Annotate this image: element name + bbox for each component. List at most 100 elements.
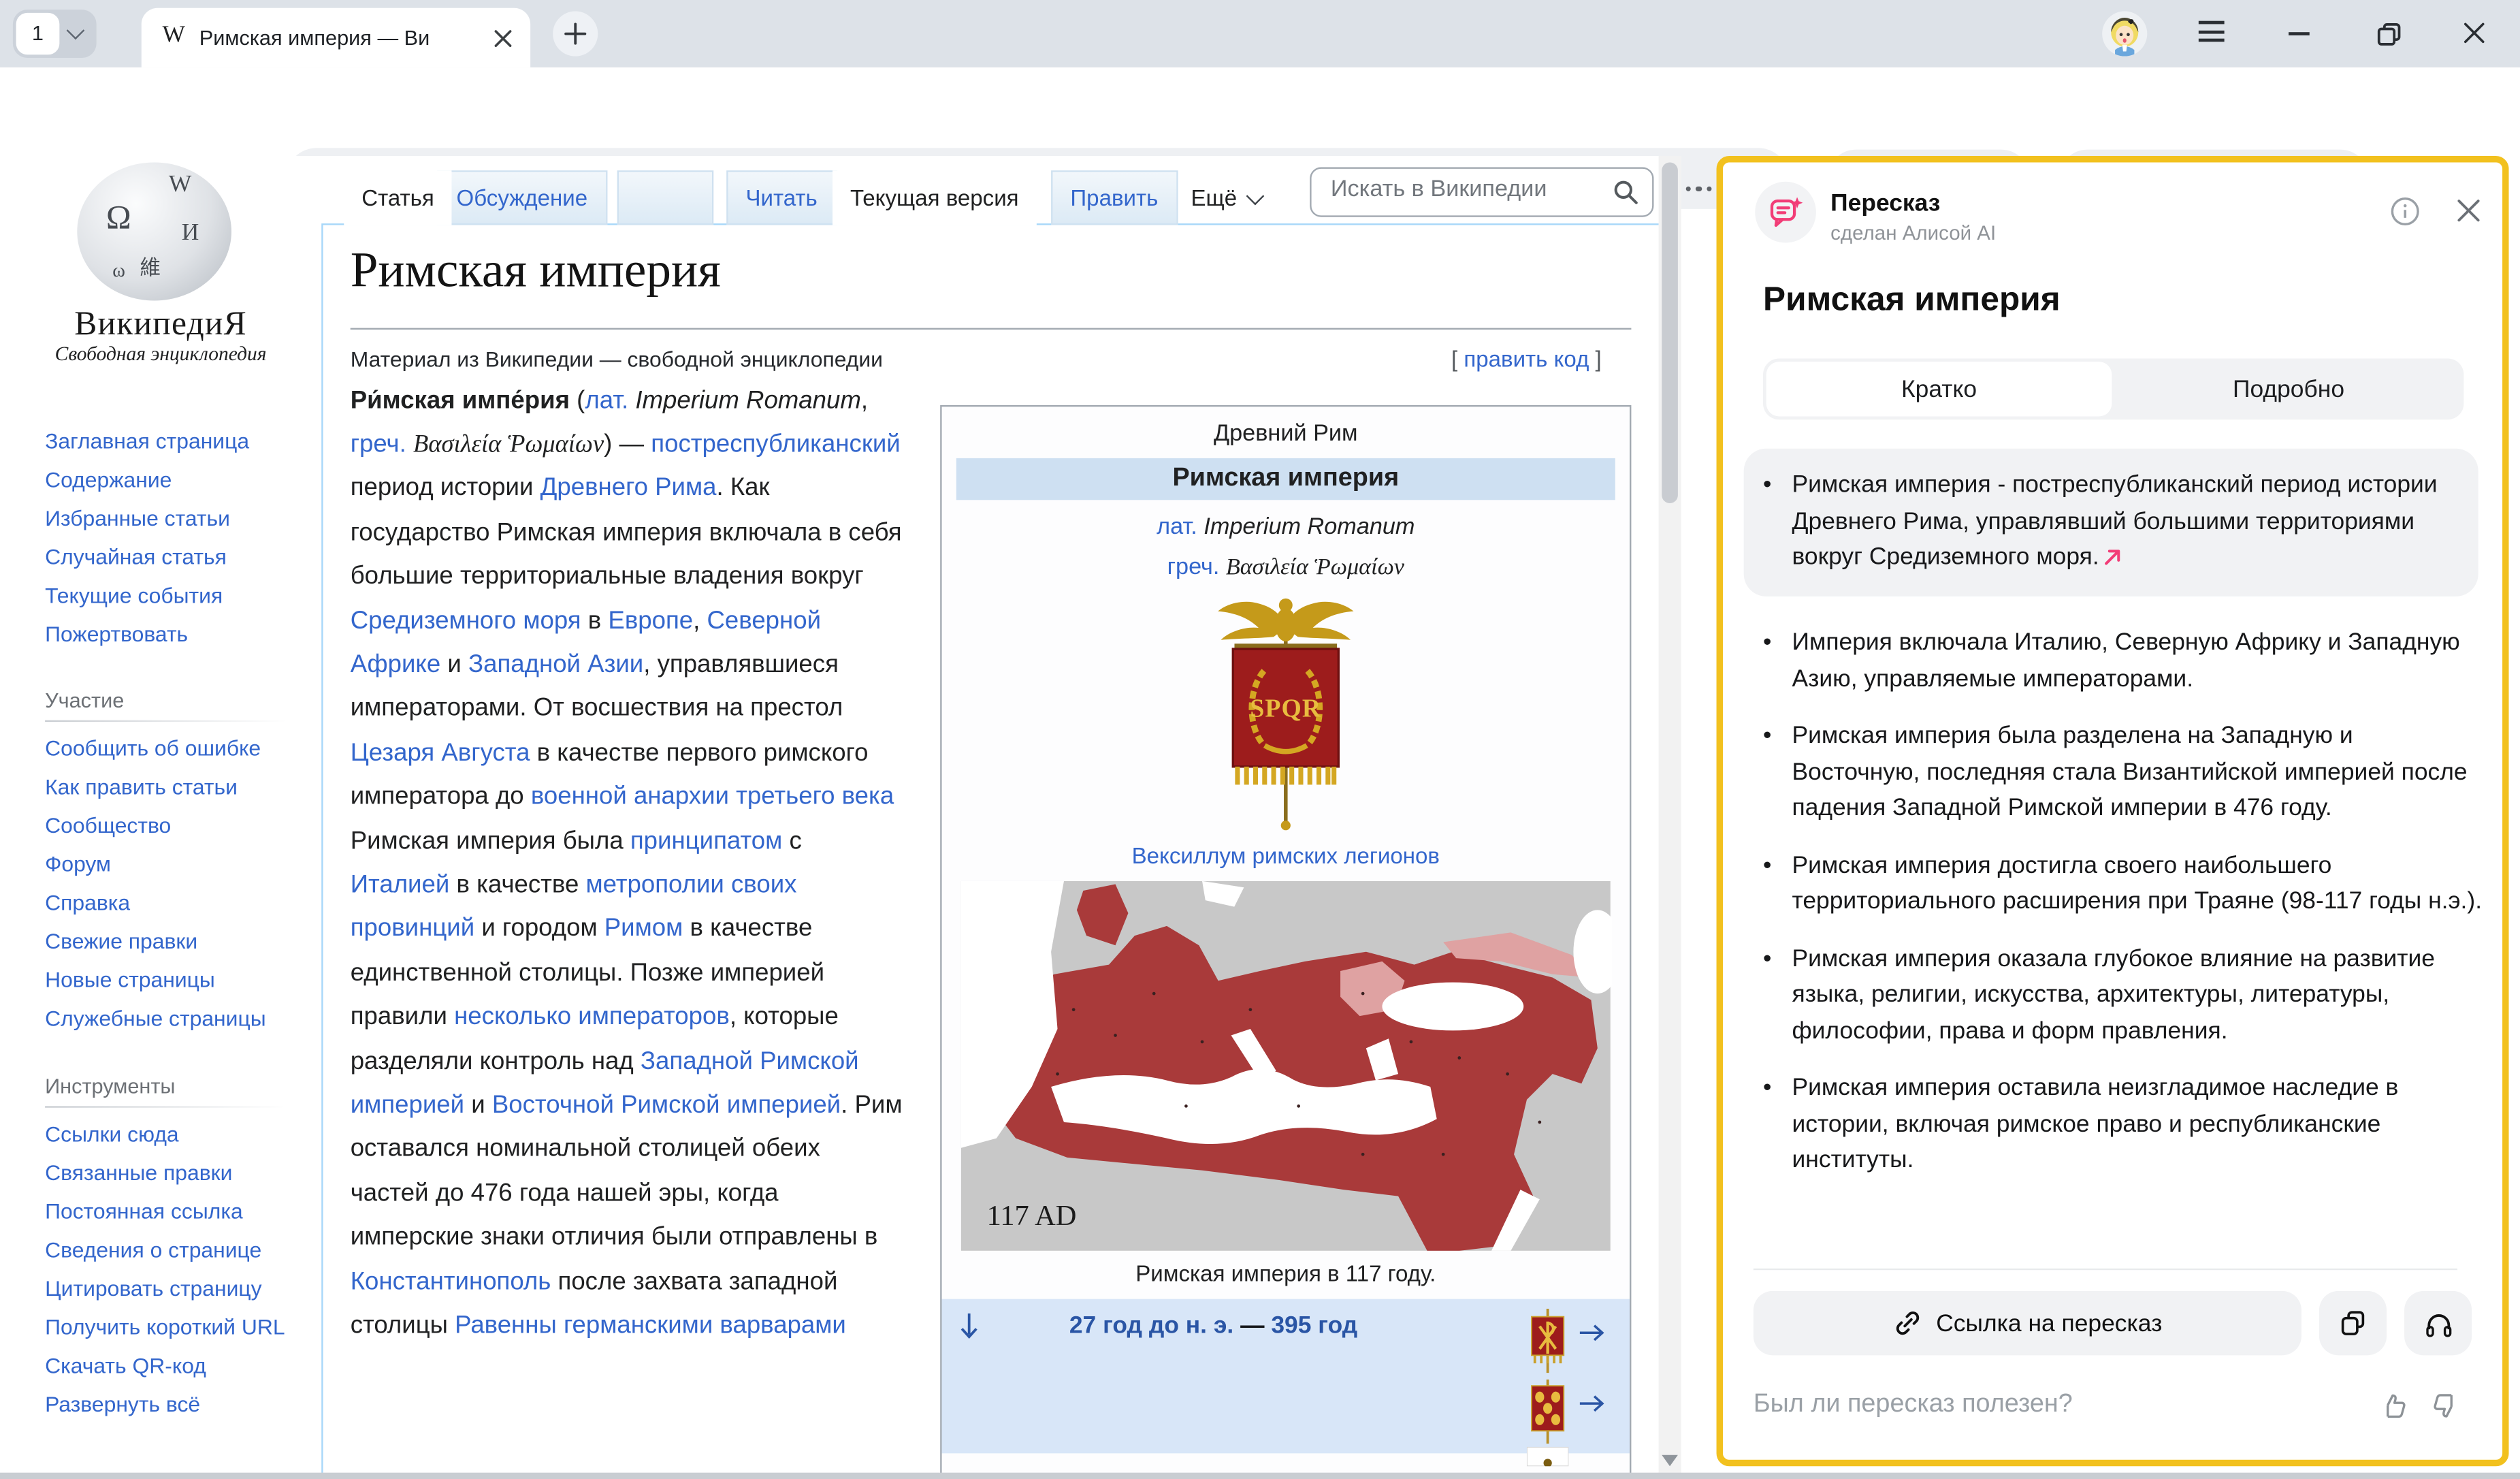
tab-edit[interactable]: Править bbox=[1051, 170, 1178, 225]
thumbs-down-icon[interactable] bbox=[2430, 1390, 2462, 1422]
summary-bullet: Римская империя - постреспубликанский пе… bbox=[1744, 468, 2469, 576]
arrow-right-icon[interactable] bbox=[1579, 1322, 1604, 1344]
sidebar-link[interactable]: Пожертвовать bbox=[45, 616, 302, 654]
highlighted-summary-item[interactable]: Римская империя - постреспубликанский пе… bbox=[1744, 449, 2478, 596]
edit-source-link[interactable]: [ править код ] bbox=[1451, 346, 1602, 372]
link-to-summary-button[interactable]: Ссылка на пересказ bbox=[1754, 1291, 2301, 1355]
content-border bbox=[321, 225, 323, 1479]
vexillum-image[interactable]: SPQR bbox=[1189, 592, 1382, 836]
external-link-icon[interactable] bbox=[2102, 547, 2123, 568]
sidebar-tools-links: Ссылки сюдаСвязанные правкиПостоянная сс… bbox=[45, 1116, 302, 1425]
sidebar-link[interactable]: Связанные правки bbox=[45, 1154, 286, 1193]
sidebar-link[interactable]: Текущие события bbox=[45, 577, 302, 616]
arrow-right-icon[interactable] bbox=[1579, 1393, 1604, 1415]
wikipedia-page: ΩWИ維ω ВикипедиЯ Свободная энциклопедия З… bbox=[0, 156, 1681, 1479]
scrollbar-down-arrow[interactable] bbox=[1662, 1455, 1678, 1474]
edit-link-label[interactable]: править код bbox=[1464, 346, 1589, 372]
copy-button[interactable] bbox=[2319, 1291, 2387, 1355]
globe-letter: W bbox=[169, 172, 191, 200]
search-input[interactable] bbox=[1327, 175, 1599, 204]
search-box[interactable] bbox=[1310, 168, 1653, 217]
sidebar-link[interactable]: Содержание bbox=[45, 462, 302, 500]
sidebar-link[interactable]: Избранные статьи bbox=[45, 500, 302, 539]
globe-letter: ω bbox=[112, 259, 125, 283]
panel-subtitle: сделан Алисой AI bbox=[1830, 222, 1996, 244]
listen-button[interactable] bbox=[2404, 1291, 2472, 1355]
tab-brief[interactable]: Кратко bbox=[1766, 362, 2112, 416]
sidebar-link[interactable]: Служебные страницы bbox=[45, 1000, 302, 1039]
empire-period[interactable]: 27 год до н. э. — 395 год bbox=[942, 1312, 1485, 1339]
tab-current-version[interactable]: Текущая версия bbox=[833, 170, 1037, 225]
tab-article[interactable]: Статья bbox=[344, 170, 452, 225]
partial-image[interactable] bbox=[1527, 1447, 1568, 1466]
empire-map-image[interactable]: 117 AD bbox=[960, 881, 1613, 1251]
browser-toolbar: Я ru.wikipedia.org Римская империя — Вик… bbox=[0, 67, 2520, 156]
chevron-down-icon bbox=[67, 22, 85, 40]
sidebar-link[interactable]: Цитировать страницу bbox=[45, 1270, 286, 1309]
sidebar-link[interactable]: Свежие правки bbox=[45, 923, 302, 961]
infobox-greek-name: греч. Βασιλεία Ῥωμαίων bbox=[942, 555, 1630, 582]
tab-strip: 1 W Римская империя — Ви bbox=[0, 0, 2520, 67]
browser-window: 1 W Римская империя — Ви bbox=[0, 0, 2520, 1479]
close-icon[interactable] bbox=[2453, 195, 2485, 227]
thumbs-up-icon[interactable] bbox=[2378, 1390, 2410, 1422]
more-icon[interactable] bbox=[1683, 175, 1715, 204]
summary-bullet: Римская империя оказала глубокое влияние… bbox=[1744, 941, 2487, 1049]
wikipedia-wordmark[interactable]: ВикипедиЯ bbox=[0, 304, 321, 344]
chevron-down-icon bbox=[1246, 187, 1264, 205]
browser-menu-icon[interactable] bbox=[2199, 21, 2225, 44]
sidebar-link[interactable]: Форум bbox=[45, 846, 302, 885]
sidebar-link[interactable]: Как править статьи bbox=[45, 769, 302, 808]
globe-letter: 維 bbox=[140, 251, 161, 281]
sidebar-link[interactable]: Справка bbox=[45, 885, 302, 923]
map-caption: Римская империя в 117 году. bbox=[942, 1260, 1630, 1286]
info-icon[interactable] bbox=[2388, 195, 2420, 227]
window-bottom-edge bbox=[0, 1473, 2520, 1479]
sidebar-link[interactable]: Сведения о странице bbox=[45, 1232, 286, 1271]
labarum-banner-icon[interactable] bbox=[1527, 1309, 1568, 1373]
minimize-button[interactable] bbox=[2289, 32, 2310, 35]
summary-heading: Римская империя bbox=[1763, 281, 2061, 320]
tab-more[interactable]: Ещё bbox=[1174, 170, 1279, 225]
tab-detailed[interactable]: Подробно bbox=[2114, 359, 2464, 420]
page-scrollbar[interactable] bbox=[1659, 156, 1681, 1479]
sidebar-link[interactable]: Новые страницы bbox=[45, 961, 302, 1000]
sidebar-link[interactable]: Сообщество bbox=[45, 807, 302, 846]
sidebar-link[interactable]: Развернуть всё bbox=[45, 1386, 286, 1425]
sidebar-link[interactable]: Ссылки сюда bbox=[45, 1116, 286, 1155]
sidebar-link[interactable]: Скачать QR-код bbox=[45, 1348, 286, 1386]
tab-group-chip[interactable]: 1 bbox=[13, 10, 97, 58]
browser-tab[interactable]: W Римская империя — Ви bbox=[142, 8, 530, 67]
retell-panel: Пересказ сделан Алисой AI Римская импери… bbox=[1717, 156, 2509, 1466]
restore-button[interactable] bbox=[2376, 21, 2402, 47]
close-window-button[interactable] bbox=[2459, 18, 2487, 46]
tab-close-icon[interactable] bbox=[489, 24, 517, 52]
avatar[interactable] bbox=[2102, 12, 2147, 57]
wikipedia-favicon: W bbox=[162, 22, 184, 50]
wikipedia-tagline: Свободная энциклопедия bbox=[0, 343, 321, 366]
wikipedia-globe-logo[interactable]: ΩWИ維ω bbox=[77, 162, 231, 300]
summary-bullet: Римская империя была разделена на Западн… bbox=[1744, 718, 2487, 827]
sidebar-link[interactable]: Заглавная страница bbox=[45, 423, 302, 462]
vexillum-caption[interactable]: Вексиллум римских легионов bbox=[942, 842, 1630, 868]
new-tab-button[interactable] bbox=[553, 12, 598, 57]
sidebar-link[interactable]: Случайная статья bbox=[45, 539, 302, 577]
latin-label[interactable]: лат. bbox=[1157, 515, 1197, 541]
sidebar-link[interactable]: Постоянная ссылка bbox=[45, 1193, 286, 1232]
sidebar-divider bbox=[45, 1106, 286, 1107]
sidebar-link[interactable]: Сообщить об ошибке bbox=[45, 730, 302, 769]
panel-divider bbox=[1754, 1269, 2457, 1270]
scrollbar-thumb[interactable] bbox=[1662, 162, 1678, 503]
tab-spacer bbox=[617, 170, 714, 225]
tab-talk[interactable]: Обсуждение bbox=[437, 170, 607, 225]
map-year-label: 117 AD bbox=[987, 1200, 1077, 1232]
search-icon[interactable] bbox=[1612, 178, 1639, 206]
greek-label[interactable]: греч. bbox=[1167, 555, 1220, 581]
tab-title-fade bbox=[431, 21, 485, 55]
sidebar-participation-links: Сообщить об ошибкеКак править статьиСооб… bbox=[45, 730, 302, 1038]
dotted-banner-icon[interactable] bbox=[1527, 1380, 1568, 1444]
infobox: Древний Рим Римская империя лат. Imperiu… bbox=[940, 405, 1631, 1479]
sidebar-link[interactable]: Получить короткий URL bbox=[45, 1309, 286, 1348]
infobox-period-band: 27 год до н. э. — 395 год bbox=[942, 1299, 1630, 1454]
tab-read[interactable]: Читать bbox=[726, 170, 837, 225]
